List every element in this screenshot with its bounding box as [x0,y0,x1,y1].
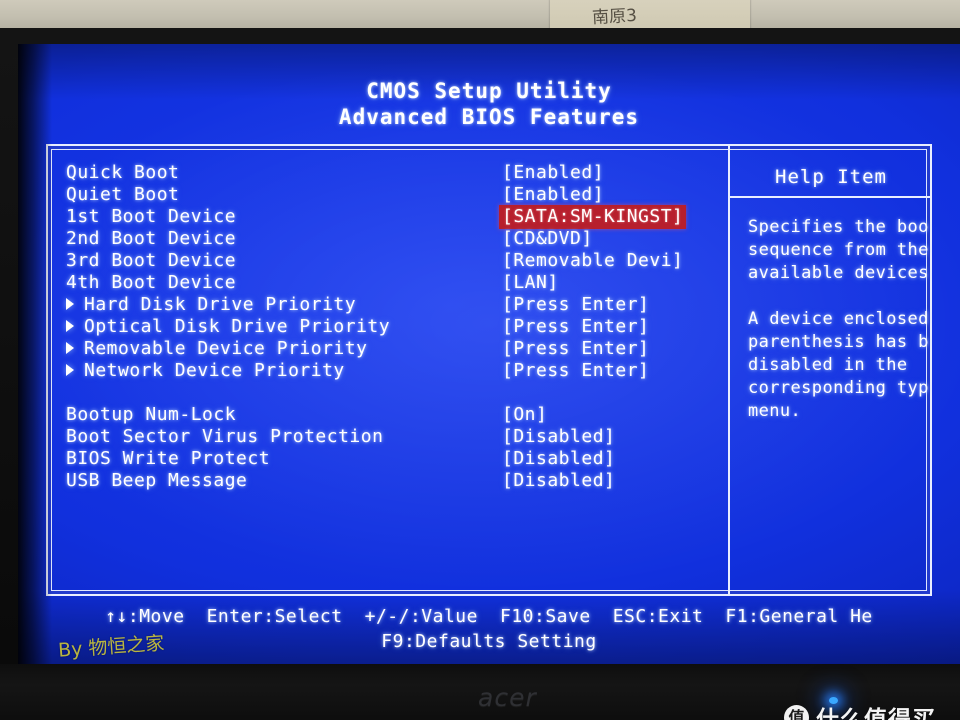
settings-row[interactable]: Hard Disk Drive Priority [Press Enter] [66,294,716,316]
settings-row[interactable]: 4th Boot Device [LAN] [66,272,716,294]
setting-value[interactable]: [Enabled] [502,184,604,206]
setting-label: Hard Disk Drive Priority [84,294,357,315]
setting-label: Bootup Num-Lock [66,404,237,425]
footer-key-hint: ESC:Exit [612,606,704,627]
settings-row[interactable]: USB Beep Message [Disabled] [66,470,716,492]
setting-value[interactable]: [Disabled] [502,470,615,492]
setting-label: Quiet Boot [66,184,180,205]
setting-label: Optical Disk Drive Priority [84,316,391,337]
setting-value[interactable]: [Press Enter] [502,316,649,338]
monitor-body: CMOS Setup Utility Advanced BIOS Feature… [0,28,960,720]
setting-value[interactable]: [On] [502,404,547,426]
site-watermark-text: 什么值得买 [816,707,936,720]
setting-value[interactable]: [CD&DVD] [502,228,593,250]
setting-label: 4th Boot Device [66,272,237,293]
settings-row[interactable]: Bootup Num-Lock [On] [66,404,716,426]
settings-row[interactable]: Removable Device Priority [Press Enter] [66,338,716,360]
settings-row[interactable]: 1st Boot Device [SATA:SM-KINGST] [66,205,716,229]
footer-key-hint: +/-/:Value [364,606,478,627]
setting-value-selected[interactable]: [SATA:SM-KINGST] [499,205,687,229]
settings-row[interactable]: Network Device Priority [Press Enter] [66,360,716,382]
settings-list: Quick Boot [Enabled] Quiet Boot [Enabled] 1s… [66,162,716,492]
setting-value[interactable]: [LAN] [502,272,559,294]
setting-value[interactable]: [Removable Devi] [502,250,683,272]
submenu-arrow-icon [66,320,74,332]
setting-label: 3rd Boot Device [66,250,237,271]
submenu-arrow-icon [66,342,74,354]
settings-row[interactable]: BIOS Write Protect [Disabled] [66,448,716,470]
monitor-screen: CMOS Setup Utility Advanced BIOS Feature… [18,44,960,664]
setting-value[interactable]: [Press Enter] [502,360,649,382]
bios-setup-screen: CMOS Setup Utility Advanced BIOS Feature… [18,44,960,664]
setting-label: 1st Boot Device [66,206,237,227]
setting-label: 2nd Boot Device [66,228,237,249]
setting-label: BIOS Write Protect [66,448,271,469]
settings-row[interactable]: Boot Sector Virus Protection [Disabled] [66,426,716,448]
page-subtitle: Advanced BIOS Features [338,105,640,129]
settings-row[interactable]: Optical Disk Drive Priority [Press Enter] [66,316,716,338]
setting-value[interactable]: [Disabled] [502,448,615,470]
setting-label: Network Device Priority [84,360,345,381]
setting-label: Quick Boot [66,162,180,183]
settings-row[interactable]: Quick Boot [Enabled] [66,162,716,184]
help-panel-title: Help Item [775,166,887,188]
footer-key-hint: F10:Save [499,606,591,627]
help-panel-text: Specifies the boo sequence from the avai… [748,217,929,421]
footer-key-hint: Enter:Select [206,606,343,627]
setting-value[interactable]: [Enabled] [502,162,604,184]
settings-row[interactable]: 3rd Boot Device [Removable Devi] [66,250,716,272]
settings-spacer [66,382,716,404]
submenu-arrow-icon [66,364,74,376]
monitor-brand-logo: acer [478,683,537,712]
help-header-divider [730,196,932,198]
footer-key-hints: ↑↓:Move Enter:Select +/-/:Value F10:Save ESC… [18,606,960,628]
setting-label: Boot Sector Virus Protection [66,426,384,447]
setting-value[interactable]: [Press Enter] [502,338,649,360]
site-watermark-badge: 值 [784,704,809,720]
setting-value[interactable]: [Disabled] [502,426,615,448]
footer-key-hint: ↑↓:Move [105,606,185,627]
site-watermark: 值 什么值得买 [784,700,936,720]
setting-label: USB Beep Message [66,470,248,491]
submenu-arrow-icon [66,298,74,310]
wall-paper-note [550,0,750,30]
settings-row[interactable]: Quiet Boot [Enabled] [66,184,716,206]
settings-row[interactable]: 2nd Boot Device [CD&DVD] [66,228,716,250]
setting-value[interactable]: [Press Enter] [502,294,649,316]
panel-divider [728,144,730,596]
footer-key-hint: F1:General He [725,606,873,627]
page-title: CMOS Setup Utility [366,79,612,103]
wall-background [0,0,960,30]
photo-scene: 南原3 CMOS Setup Utility Advanced BIOS Fea… [0,0,960,720]
wall-note-handwriting: 南原3 [591,5,638,29]
setting-label: Removable Device Priority [84,338,368,359]
bios-title-block: CMOS Setup Utility Advanced BIOS Feature… [18,80,960,128]
